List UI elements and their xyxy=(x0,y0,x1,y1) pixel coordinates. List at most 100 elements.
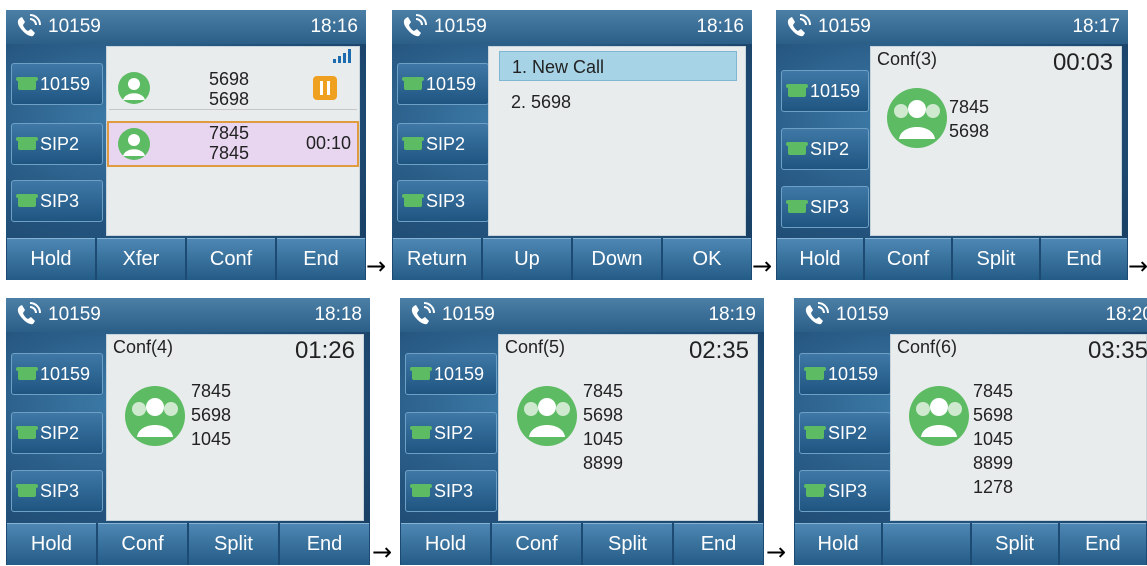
softkey-split[interactable]: Split xyxy=(953,238,1039,280)
phone-screen-2: 10159 18:16 10159 SIP2 SIP3 1. New Call … xyxy=(392,10,752,280)
softkey-end[interactable]: End xyxy=(1041,238,1127,280)
softkey-end[interactable]: End xyxy=(277,238,365,280)
phone-screen-1: 10159 18:16 10159 SIP2 SIP3 5698 5698 78… xyxy=(6,10,366,280)
line-key-sip2[interactable]: SIP2 xyxy=(405,412,497,454)
conference-title: Conf(3) xyxy=(877,49,938,69)
softkey-blank[interactable] xyxy=(883,523,970,565)
line-key-10159[interactable]: 10159 xyxy=(405,353,497,395)
line-key-label: 10159 xyxy=(426,73,477,94)
phone-screen-3: 10159 18:17 10159 SIP2 SIP3 Conf(3) 00:0… xyxy=(776,10,1128,280)
softkey-return[interactable]: Return xyxy=(393,238,481,280)
softkey-bar: Hold Conf Split End xyxy=(400,523,764,565)
softkey-end[interactable]: End xyxy=(674,523,763,565)
softkey-conf[interactable]: Conf xyxy=(865,238,951,280)
line-key-sip2[interactable]: SIP2 xyxy=(11,123,103,165)
status-bar: 10159 18:18 xyxy=(6,298,370,332)
account-label: 10159 xyxy=(836,304,889,325)
line-key-label: SIP3 xyxy=(828,480,868,501)
softkey-hold[interactable]: Hold xyxy=(7,238,95,280)
call-duration: 00:10 xyxy=(305,133,351,153)
softkey-xfer[interactable]: Xfer xyxy=(97,238,185,280)
conference-avatar-icon xyxy=(909,386,969,446)
line-key-sip3[interactable]: SIP3 xyxy=(11,180,103,222)
softkey-conf[interactable]: Conf xyxy=(492,523,581,565)
status-bar: 10159 18:17 xyxy=(776,10,1128,44)
line-key-sip2[interactable]: SIP2 xyxy=(799,412,891,454)
phone-screen-4: 10159 18:18 10159 SIP2 SIP3 Conf(4) 01:2… xyxy=(6,298,370,565)
line-key-10159[interactable]: 10159 xyxy=(397,63,489,105)
line-key-sip2[interactable]: SIP2 xyxy=(781,128,869,170)
clock: 18:17 xyxy=(1072,16,1120,37)
phone-icon xyxy=(804,484,826,497)
clock: 18:18 xyxy=(314,304,362,325)
conference-title: Conf(4) xyxy=(113,337,174,357)
phone-icon xyxy=(804,426,826,439)
call-number: 7845 xyxy=(209,143,250,163)
line-key-sip2[interactable]: SIP2 xyxy=(11,412,103,454)
softkey-bar: Hold Xfer Conf End xyxy=(6,238,366,280)
phone-icon xyxy=(804,367,826,380)
member-number: 7845 xyxy=(191,381,232,401)
line-key-sip3[interactable]: SIP3 xyxy=(405,470,497,512)
conference-view: Conf(6) 03:35 7845 5698 1045 8899 1278 xyxy=(890,334,1147,521)
softkey-end[interactable]: End xyxy=(1059,523,1146,565)
softkey-split[interactable]: Split xyxy=(971,523,1058,565)
phone-screen-5: 10159 18:19 10159 SIP2 SIP3 Conf(5) 02:3… xyxy=(400,298,764,565)
softkey-split[interactable]: Split xyxy=(189,523,278,565)
phone-icon xyxy=(16,367,38,380)
phone-icon xyxy=(786,200,808,213)
phone-screen-6: 10159 18:20 10159 SIP2 SIP3 Conf(6) 03:3… xyxy=(794,298,1147,565)
member-number: 7845 xyxy=(949,97,990,117)
call-row-active[interactable]: 7845 7845 00:10 xyxy=(107,121,359,167)
arrow: → xyxy=(752,252,773,280)
account-label: 10159 xyxy=(434,16,487,37)
call-row[interactable]: 5698 5698 xyxy=(109,67,357,110)
call-number: 5698 xyxy=(209,89,250,109)
softkey-conf[interactable]: Conf xyxy=(98,523,187,565)
line-key-sip3[interactable]: SIP3 xyxy=(397,180,489,222)
softkey-bar: Return Up Down OK xyxy=(392,238,752,280)
line-key-label: SIP3 xyxy=(434,480,474,501)
line-key-label: 10159 xyxy=(40,363,91,384)
line-key-10159[interactable]: 10159 xyxy=(781,70,869,112)
softkey-hold[interactable]: Hold xyxy=(401,523,490,565)
softkey-hold[interactable]: Hold xyxy=(777,238,863,280)
member-number: 5698 xyxy=(583,405,624,425)
line-key-sip3[interactable]: SIP3 xyxy=(11,470,103,512)
line-key-label: SIP2 xyxy=(40,422,80,443)
line-key-label: SIP2 xyxy=(40,133,80,154)
line-key-label: 10159 xyxy=(40,73,91,94)
line-key-sip2[interactable]: SIP2 xyxy=(397,123,489,165)
softkey-split[interactable]: Split xyxy=(583,523,672,565)
member-number: 1045 xyxy=(583,429,624,449)
softkey-conf[interactable]: Conf xyxy=(187,238,275,280)
line-key-10159[interactable]: 10159 xyxy=(799,353,891,395)
softkey-down[interactable]: Down xyxy=(573,238,661,280)
phone-icon xyxy=(16,77,38,90)
line-key-label: SIP2 xyxy=(434,422,474,443)
member-number: 5698 xyxy=(191,405,232,425)
softkey-hold[interactable]: Hold xyxy=(795,523,882,565)
phone-icon xyxy=(402,194,424,207)
arrow: → xyxy=(366,252,387,280)
member-number: 1045 xyxy=(191,429,232,449)
status-bar: 10159 18:16 xyxy=(6,10,366,44)
line-key-sip3[interactable]: SIP3 xyxy=(781,186,869,228)
conference-title: Conf(5) xyxy=(505,337,566,357)
line-key-sip3[interactable]: SIP3 xyxy=(799,470,891,512)
softkey-ok[interactable]: OK xyxy=(663,238,751,280)
conference-avatar-icon xyxy=(517,386,577,446)
softkey-up[interactable]: Up xyxy=(483,238,571,280)
softkey-hold[interactable]: Hold xyxy=(7,523,96,565)
softkey-bar: Hold Split End xyxy=(794,523,1147,565)
status-bar: 10159 18:19 xyxy=(400,298,764,332)
softkey-end[interactable]: End xyxy=(280,523,369,565)
line-key-10159[interactable]: 10159 xyxy=(11,63,103,105)
conference-title: Conf(6) xyxy=(897,337,958,357)
menu-item-new-call[interactable]: 1. New Call xyxy=(499,51,737,81)
phone-icon xyxy=(16,426,38,439)
phone-icon xyxy=(410,367,432,380)
menu-item-5698[interactable]: 2. 5698 xyxy=(499,87,737,117)
phone-icon xyxy=(16,137,38,150)
line-key-10159[interactable]: 10159 xyxy=(11,353,103,395)
